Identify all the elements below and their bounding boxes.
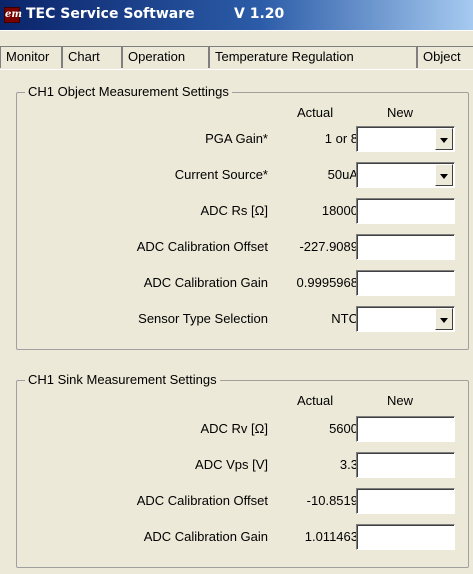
tab-temperature-regulation[interactable]: Temperature Regulation [209, 46, 417, 68]
column-actual-header: Actual [297, 393, 334, 408]
actual-value: 1 or 8 [324, 131, 358, 146]
pga-gain-row: PGA Gain* 1 or 8 [17, 126, 468, 153]
sink-adc-calibration-gain-row: ADC Calibration Gain 1.011463 [17, 524, 468, 551]
actual-value: 50uA [327, 167, 358, 182]
tab-operation[interactable]: Operation [122, 46, 209, 68]
current-source-row: Current Source* 50uA [17, 162, 468, 189]
window-version: V 1.20 [234, 6, 285, 22]
tab-chart[interactable]: Chart [62, 46, 122, 68]
tab-strip: Monitor Chart Operation Temperature Regu… [0, 46, 473, 70]
row-label: Sensor Type Selection [138, 311, 268, 326]
row-label: ADC Calibration Gain [143, 275, 268, 290]
row-label: ADC Calibration Offset [136, 239, 268, 254]
adc-rs-input[interactable] [356, 198, 455, 224]
pga-gain-select[interactable] [356, 126, 455, 152]
tab-monitor[interactable]: Monitor [0, 46, 62, 68]
adc-rv-input[interactable] [356, 416, 455, 442]
sink-adc-calibration-offset-input[interactable] [356, 488, 455, 514]
adc-rv-row: ADC Rv [Ω] 5600 [17, 416, 468, 443]
row-label: ADC Calibration Gain [143, 529, 268, 544]
window-title: TEC Service Software [26, 6, 195, 22]
chevron-down-icon[interactable] [435, 164, 453, 186]
actual-value: 18000 [321, 203, 358, 218]
title-bar[interactable]: em TEC Service Software V 1.20 [0, 0, 473, 30]
row-label: ADC Rs [Ω] [200, 203, 268, 218]
column-new-header: New [387, 393, 414, 408]
actual-value: -227.9089 [299, 239, 358, 254]
app-logo-icon[interactable]: em [4, 7, 22, 23]
group-title: CH1 Object Measurement Settings [25, 84, 232, 99]
sink-adc-calibration-offset-row: ADC Calibration Offset -10.8519 [17, 488, 468, 515]
adc-vps-input[interactable] [356, 452, 455, 478]
adc-calibration-offset-input[interactable] [356, 234, 455, 260]
actual-value: 1.011463 [304, 529, 358, 544]
row-label: ADC Rv [Ω] [200, 421, 268, 436]
adc-calibration-gain-row: ADC Calibration Gain 0.9995968 [17, 270, 468, 297]
chevron-down-icon[interactable] [435, 128, 453, 150]
sensor-type-select[interactable] [356, 306, 455, 332]
adc-calibration-gain-input[interactable] [356, 270, 455, 296]
row-label: ADC Calibration Offset [136, 493, 268, 508]
adc-vps-row: ADC Vps [V] 3.3 [17, 452, 468, 479]
actual-value: 0.9995968 [296, 275, 358, 290]
row-label: ADC Vps [V] [195, 457, 268, 472]
object-measurement-group: CH1 Object Measurement Settings Actual N… [16, 84, 469, 350]
adc-rs-row: ADC Rs [Ω] 18000 [17, 198, 468, 225]
row-label: Current Source* [174, 167, 268, 182]
group-title: CH1 Sink Measurement Settings [25, 372, 220, 387]
actual-value: -10.8519 [306, 493, 358, 508]
adc-calibration-offset-row: ADC Calibration Offset -227.9089 [17, 234, 468, 261]
tab-object[interactable]: Object [417, 46, 473, 68]
sink-adc-calibration-gain-input[interactable] [356, 524, 455, 550]
sensor-type-row: Sensor Type Selection NTC [17, 306, 468, 333]
column-actual-header: Actual [297, 105, 334, 120]
current-source-select[interactable] [356, 162, 455, 188]
actual-value: 5600 [329, 421, 358, 436]
chevron-down-icon[interactable] [435, 308, 453, 330]
tab-panel-edge [0, 69, 473, 70]
column-new-header: New [387, 105, 414, 120]
row-label: PGA Gain* [205, 131, 268, 146]
sink-measurement-group: CH1 Sink Measurement Settings Actual New… [16, 372, 469, 568]
actual-value: NTC [331, 311, 358, 326]
